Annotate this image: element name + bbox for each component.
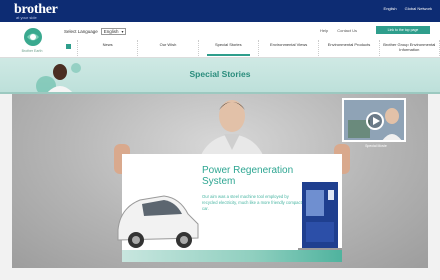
home-icon xyxy=(66,44,71,49)
nav-item-news[interactable]: News xyxy=(78,40,139,56)
feature-card[interactable]: Power Regeneration System Our aim was a … xyxy=(117,154,342,262)
section-title: Special Stories xyxy=(189,69,251,79)
nav-home[interactable] xyxy=(62,40,78,56)
nav-item-our-wish[interactable]: Our Wish xyxy=(138,40,199,56)
section-banner: Special Stories xyxy=(0,58,440,92)
nav-item-environmental-views[interactable]: Environmental Views xyxy=(259,40,320,56)
nav-item-environmental-products[interactable]: Environmental Products xyxy=(319,40,380,56)
top-bar: brother at your side English Global Netw… xyxy=(0,0,440,22)
car-image xyxy=(117,195,199,248)
machine-tool-image xyxy=(298,182,342,254)
main-nav: News Our Wish Special Stories Environmen… xyxy=(62,40,440,56)
video-thumbnail[interactable] xyxy=(342,98,406,142)
card-text: Our aim was a steel machine tool employe… xyxy=(202,194,302,211)
language-select[interactable]: English xyxy=(100,28,126,35)
nav-item-special-stories[interactable]: Special Stories xyxy=(199,40,259,56)
top-link-english[interactable]: English xyxy=(384,6,397,11)
top-links: English Global Network xyxy=(384,6,432,11)
utility-links: Help Contact Us xyxy=(320,28,357,33)
earth-logo-icon[interactable] xyxy=(22,26,44,48)
sub-header: Brother Earth Select Language English He… xyxy=(0,22,440,58)
language-label: Select Language xyxy=(64,29,98,34)
earth-logo-label: Brother Earth xyxy=(21,49,43,53)
top-page-button[interactable]: Link to the top page xyxy=(376,26,430,34)
video-caption[interactable]: Special Movie xyxy=(342,144,410,148)
play-icon[interactable] xyxy=(366,112,384,130)
top-link-global[interactable]: Global Network xyxy=(405,6,432,11)
nav-item-group-info[interactable]: Brother Group Environmental Information xyxy=(380,40,440,56)
brand-tagline: at your side xyxy=(16,15,37,20)
hero-area: Special Movie Power Regeneration System … xyxy=(12,94,428,268)
contact-link[interactable]: Contact Us xyxy=(337,28,357,33)
help-link[interactable]: Help xyxy=(320,28,328,33)
language-selector: Select Language English xyxy=(64,28,126,35)
page: brother at your side English Global Netw… xyxy=(0,0,440,280)
card-footer-band xyxy=(122,250,342,262)
